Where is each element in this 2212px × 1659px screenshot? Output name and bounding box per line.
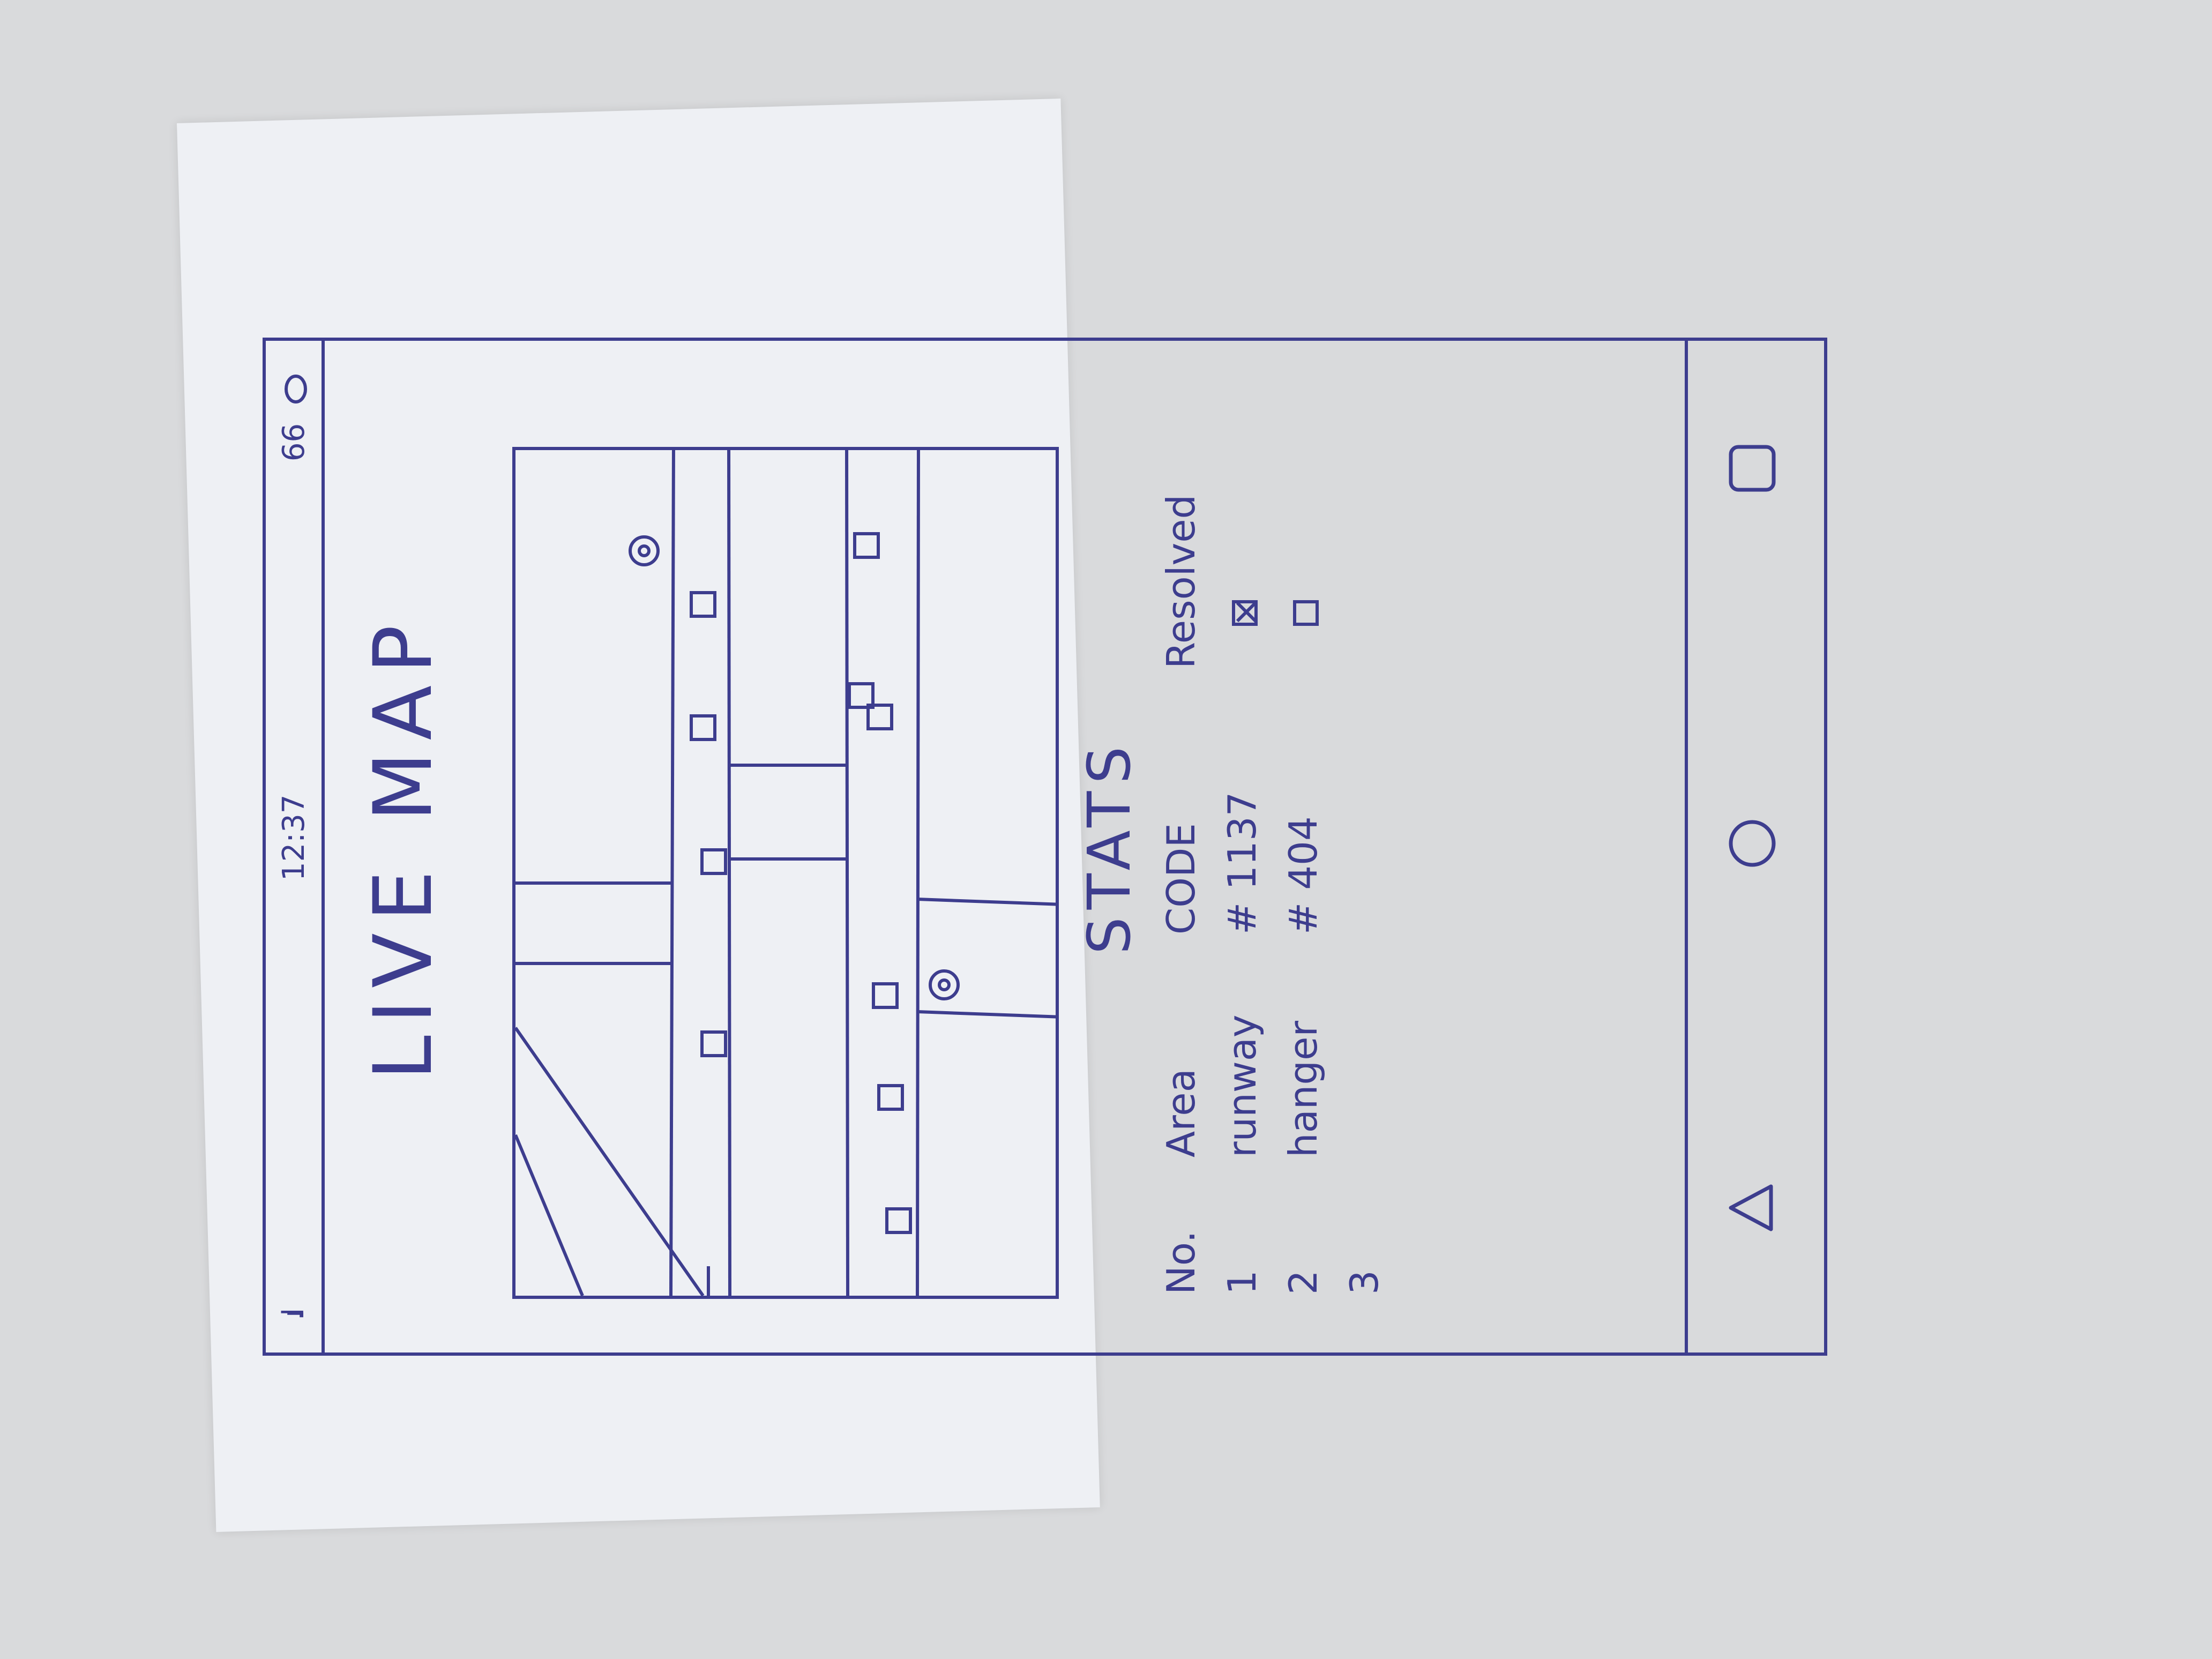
row-resolved: [1216, 425, 1277, 678]
row-area: hanger: [1281, 1021, 1326, 1157]
row-code: [1339, 678, 1400, 944]
incident-marker-icon[interactable]: [877, 1084, 904, 1111]
column-header-area: Area: [1159, 1068, 1204, 1157]
column-header-resolved: Resolved: [1159, 494, 1204, 669]
table-header-row: No. Area CODE Resolved: [1155, 425, 1216, 1304]
back-icon[interactable]: [1720, 1176, 1784, 1240]
signal-icon: .ıl: [276, 1314, 310, 1320]
row-no: 2: [1281, 1270, 1326, 1295]
map-roads: [515, 447, 1059, 1296]
status-bar: .ıl 12:37 66: [266, 341, 325, 1352]
incident-marker-icon[interactable]: [853, 532, 880, 559]
battery-indicator: 66: [276, 373, 311, 461]
incident-marker-icon[interactable]: [690, 714, 716, 741]
row-resolved: [1339, 425, 1400, 678]
incident-marker-icon[interactable]: [872, 982, 899, 1009]
phone-screen: .ıl 12:37 66 LIVE MAP STATS No. Area COD…: [263, 338, 1827, 1356]
row-code: # 404: [1281, 816, 1326, 935]
row-no: 1: [1220, 1270, 1265, 1295]
row-resolved: [1277, 425, 1339, 678]
location-pin-icon[interactable]: [629, 535, 660, 566]
battery-level: 66: [276, 423, 311, 462]
battery-icon: [284, 375, 307, 403]
incident-marker-icon[interactable]: [690, 591, 716, 618]
resolved-checkbox[interactable]: [1232, 600, 1258, 626]
column-header-no: No.: [1159, 1230, 1204, 1295]
stats-table: No. Area CODE Resolved 1 runway # 1137 2…: [1155, 425, 1400, 1304]
map-road: [727, 447, 731, 1296]
incident-marker-icon[interactable]: [885, 1207, 912, 1234]
page-title: LIVE MAP: [357, 613, 450, 1080]
stats-title: STATS: [1075, 738, 1144, 955]
resolved-checkbox[interactable]: [1293, 600, 1319, 626]
map-road: [669, 447, 675, 1296]
map-road: [515, 1134, 584, 1296]
map-road: [917, 1010, 1059, 1019]
row-code: # 1137: [1220, 791, 1265, 935]
map-road: [845, 447, 849, 1296]
map-road: [916, 447, 920, 1296]
row-no: 3: [1342, 1270, 1387, 1295]
live-map[interactable]: [512, 447, 1059, 1299]
incident-marker-icon[interactable]: [700, 1030, 727, 1057]
home-icon[interactable]: [1720, 811, 1784, 876]
recent-apps-icon[interactable]: [1720, 436, 1784, 500]
navigation-bar: [1685, 341, 1824, 1352]
row-area: runway: [1220, 1014, 1265, 1157]
column-header-code: CODE: [1159, 823, 1204, 935]
table-row[interactable]: 3: [1339, 425, 1400, 1304]
table-row[interactable]: 2 hanger # 404: [1277, 425, 1339, 1304]
row-area: [1339, 944, 1400, 1167]
incident-marker-icon[interactable]: [700, 848, 727, 875]
location-pin-icon[interactable]: [929, 969, 960, 1000]
phone-stage: .ıl 12:37 66 LIVE MAP STATS No. Area COD…: [263, 338, 1827, 1356]
status-time: 12:37: [276, 794, 311, 881]
table-row[interactable]: 1 runway # 1137: [1216, 425, 1277, 1304]
map-road: [515, 1027, 705, 1296]
map-road: [917, 898, 1059, 906]
